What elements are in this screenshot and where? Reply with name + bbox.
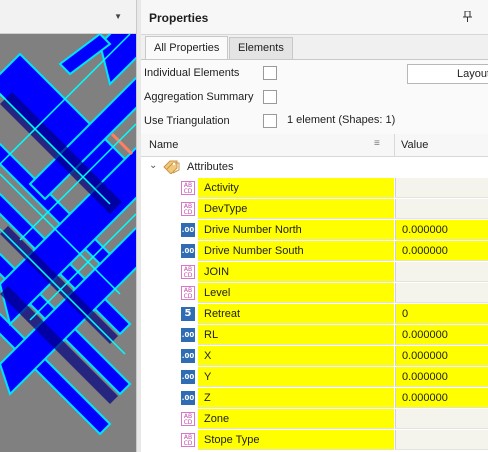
property-name: Level — [198, 283, 394, 303]
decimal-type-icon: .00 — [181, 370, 195, 384]
property-name: Retreat — [198, 304, 394, 324]
property-name: Z — [198, 388, 394, 408]
property-value[interactable] — [395, 262, 488, 282]
grid-header: Name ≡ Value — [141, 134, 488, 157]
property-grid: Name ≡ Value ⌄ Attributes AB CD Activity AB… — [141, 134, 488, 452]
decimal-type-icon: .00 — [181, 244, 195, 258]
property-value[interactable]: 0.000000 — [395, 346, 488, 366]
property-name: RL — [198, 325, 394, 345]
decimal-type-icon: .00 — [181, 328, 195, 342]
property-row[interactable]: AB CD Zone — [141, 409, 488, 430]
property-row[interactable]: AB CD Stope Type — [141, 430, 488, 451]
drive-network-render[interactable] — [0, 34, 136, 452]
column-header-value[interactable]: Value — [401, 139, 428, 151]
layout-button[interactable]: Layout — [407, 64, 488, 84]
options-area: Individual Elements Aggregation Summary … — [141, 59, 488, 134]
property-name: Drive Number South — [198, 241, 394, 261]
text-type-icon: AB CD — [181, 265, 195, 279]
use-triangulation-label: Use Triangulation — [144, 115, 230, 127]
decimal-type-icon: .00 — [181, 391, 195, 405]
category-label: Attributes — [187, 161, 234, 173]
property-row[interactable]: AB CD Level — [141, 283, 488, 304]
property-value[interactable] — [395, 178, 488, 198]
panel-title: Properties — [149, 11, 209, 25]
property-value[interactable]: 0.000000 — [395, 388, 488, 408]
property-value[interactable]: 0.000000 — [395, 325, 488, 345]
property-row[interactable]: .00 Z 0.000000 — [141, 388, 488, 409]
chevron-down-icon[interactable]: ⌄ — [149, 160, 157, 171]
text-type-icon: AB CD — [181, 286, 195, 300]
property-row[interactable]: .00 Drive Number South 0.000000 — [141, 241, 488, 262]
category-row[interactable]: ⌄ Attributes — [141, 157, 488, 177]
text-type-icon: AB CD — [181, 412, 195, 426]
property-name: Drive Number North — [198, 220, 394, 240]
text-type-icon: AB CD — [181, 181, 195, 195]
property-row[interactable]: .00 X 0.000000 — [141, 346, 488, 367]
property-name: JOIN — [198, 262, 394, 282]
property-value[interactable]: 0.000000 — [395, 241, 488, 261]
property-value[interactable]: 0.000000 — [395, 220, 488, 240]
pin-icon[interactable] — [463, 10, 472, 25]
property-row[interactable]: AB CD DevType — [141, 199, 488, 220]
text-type-icon: AB CD — [181, 202, 195, 216]
tag-icon — [163, 160, 181, 177]
property-name: Zone — [198, 409, 394, 429]
property-row[interactable]: .00 Drive Number North 0.000000 — [141, 220, 488, 241]
element-count-text: 1 element (Shapes: 1) — [287, 114, 396, 126]
column-divider[interactable] — [394, 134, 395, 156]
property-name: DevType — [198, 199, 394, 219]
use-triangulation-checkbox[interactable] — [263, 114, 277, 128]
individual-elements-checkbox[interactable] — [263, 66, 277, 80]
property-value[interactable]: 0.000000 — [395, 367, 488, 387]
property-row[interactable]: AB CD Activity — [141, 178, 488, 199]
sort-icon[interactable]: ≡ — [374, 138, 380, 149]
property-value[interactable] — [395, 199, 488, 219]
property-row[interactable]: .00 RL 0.000000 — [141, 325, 488, 346]
property-value[interactable]: 0 — [395, 304, 488, 324]
property-value[interactable] — [395, 409, 488, 429]
panel-title-bar: Properties — [141, 0, 488, 35]
aggregation-summary-checkbox[interactable] — [263, 90, 277, 104]
property-name: Stope Type — [198, 430, 394, 450]
property-name: X — [198, 346, 394, 366]
tab-all-properties[interactable]: All Properties — [145, 36, 229, 60]
dropdown-arrow-icon[interactable]: ▼ — [114, 12, 122, 21]
tab-elements[interactable]: Elements — [229, 37, 293, 59]
property-row[interactable]: AB CD JOIN — [141, 262, 488, 283]
integer-type-icon: 5 — [181, 307, 195, 321]
property-row[interactable]: .00 Y 0.000000 — [141, 367, 488, 388]
properties-panel: Properties All Properties Elements Indiv… — [141, 0, 488, 452]
decimal-type-icon: .00 — [181, 223, 195, 237]
column-header-name[interactable]: Name — [149, 139, 178, 151]
property-name: Y — [198, 367, 394, 387]
individual-elements-label: Individual Elements — [144, 67, 240, 79]
property-row[interactable]: 5 Retreat 0 — [141, 304, 488, 325]
viewport-header: ▼ — [0, 0, 136, 34]
properties-tabs: All Properties Elements — [141, 35, 488, 60]
property-value[interactable] — [395, 283, 488, 303]
viewport-3d[interactable]: ▼ — [0, 0, 136, 452]
property-name: Activity — [198, 178, 394, 198]
text-type-icon: AB CD — [181, 433, 195, 447]
property-value[interactable] — [395, 430, 488, 450]
aggregation-summary-label: Aggregation Summary — [144, 91, 254, 103]
decimal-type-icon: .00 — [181, 349, 195, 363]
